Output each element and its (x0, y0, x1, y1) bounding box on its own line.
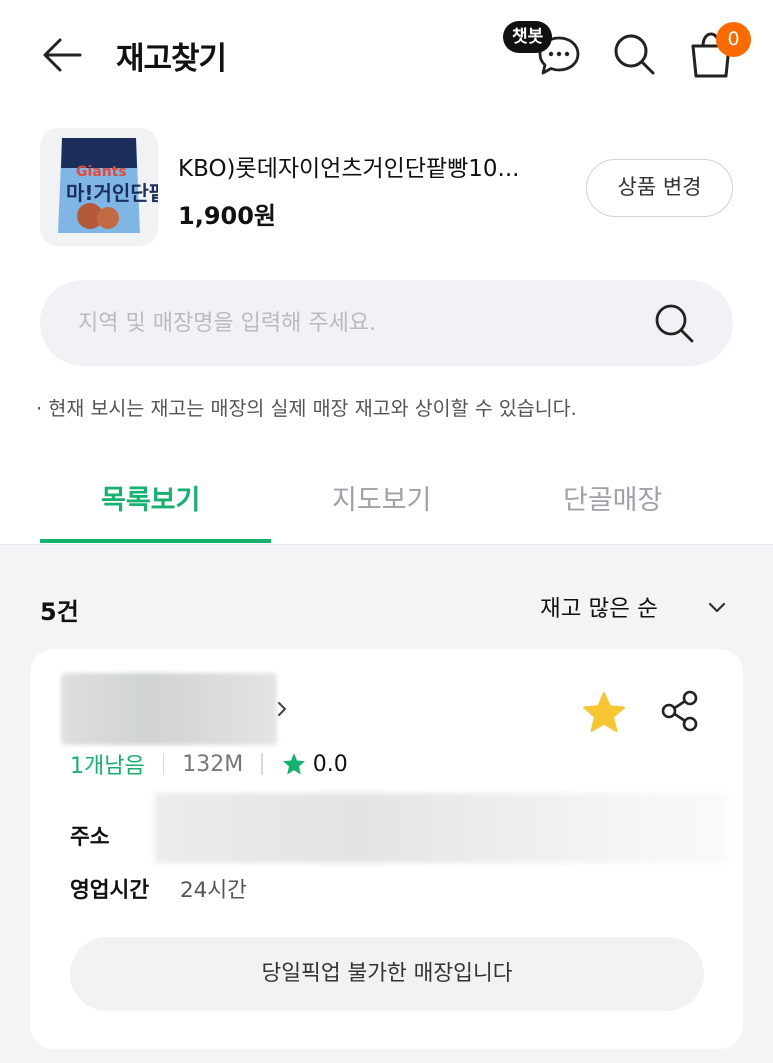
product-name: KBO)롯데자이언츠거인단팥빵10... (178, 156, 520, 182)
active-tab-indicator (40, 539, 271, 543)
result-count: 5건 (40, 598, 79, 626)
search-icon[interactable] (652, 301, 696, 345)
product-thumbnail: Giants 마!거인단팥빵 (40, 128, 158, 246)
product-price: 1,900원 (178, 202, 276, 230)
store-search-input[interactable] (78, 280, 638, 366)
chevron-down-icon[interactable] (706, 596, 728, 618)
cart-count-badge: 0 (716, 22, 751, 57)
divider (261, 753, 263, 775)
page-title: 재고찾기 (116, 41, 227, 77)
star-icon (282, 753, 305, 775)
hours-label: 영업시간 (70, 878, 150, 903)
header: 재고찾기 챗봇 0 (0, 0, 773, 110)
store-rating: 0.0 (312, 751, 348, 777)
chatbot-badge[interactable]: 챗봇 (503, 21, 553, 53)
change-product-button[interactable]: 상품 변경 (586, 159, 733, 217)
header-search-button[interactable] (610, 30, 658, 78)
address-label: 주소 (70, 825, 110, 850)
product-thumb-text: 마!거인단팥빵 (66, 181, 158, 205)
store-name-redacted[interactable] (61, 673, 277, 745)
store-distance: 132M (182, 751, 244, 777)
store-card[interactable]: 1개남음 132M 0.0 주소 영업시간 24시간 당일픽업 불가한 매장입니… (30, 649, 743, 1049)
tab-list-view[interactable]: 목록보기 (101, 478, 200, 517)
back-arrow-icon (43, 38, 82, 72)
search-icon (614, 34, 655, 75)
sort-select[interactable]: 재고 많은 순 (540, 591, 658, 623)
back-button[interactable] (40, 32, 86, 78)
divider (162, 753, 165, 775)
svg-text:Giants: Giants (76, 164, 127, 180)
same-day-pickup-button[interactable]: 당일픽업 불가한 매장입니다 (70, 937, 704, 1011)
store-meta: 1개남음 132M 0.0 (70, 747, 348, 781)
stock-remaining: 1개남음 (70, 754, 145, 779)
tab-map-view[interactable]: 지도보기 (332, 478, 431, 517)
tab-favorite-stores[interactable]: 단골매장 (563, 478, 662, 517)
share-icon[interactable] (659, 689, 701, 733)
hours-value: 24시간 (180, 878, 247, 903)
stock-notice: · 현재 보시는 재고는 매장의 실제 매장 재고와 상이할 수 있습니다. (36, 397, 577, 420)
store-search-box[interactable] (40, 280, 733, 366)
view-tabs: 목록보기 지도보기 단골매장 (0, 450, 773, 545)
chevron-right-icon[interactable] (274, 701, 290, 717)
store-address-redacted (155, 793, 727, 863)
favorite-star-icon[interactable] (580, 689, 628, 737)
store-list: 5건 재고 많은 순 1개남음 132M 0.0 주소 영업시간 24시간 당일… (0, 545, 773, 1063)
